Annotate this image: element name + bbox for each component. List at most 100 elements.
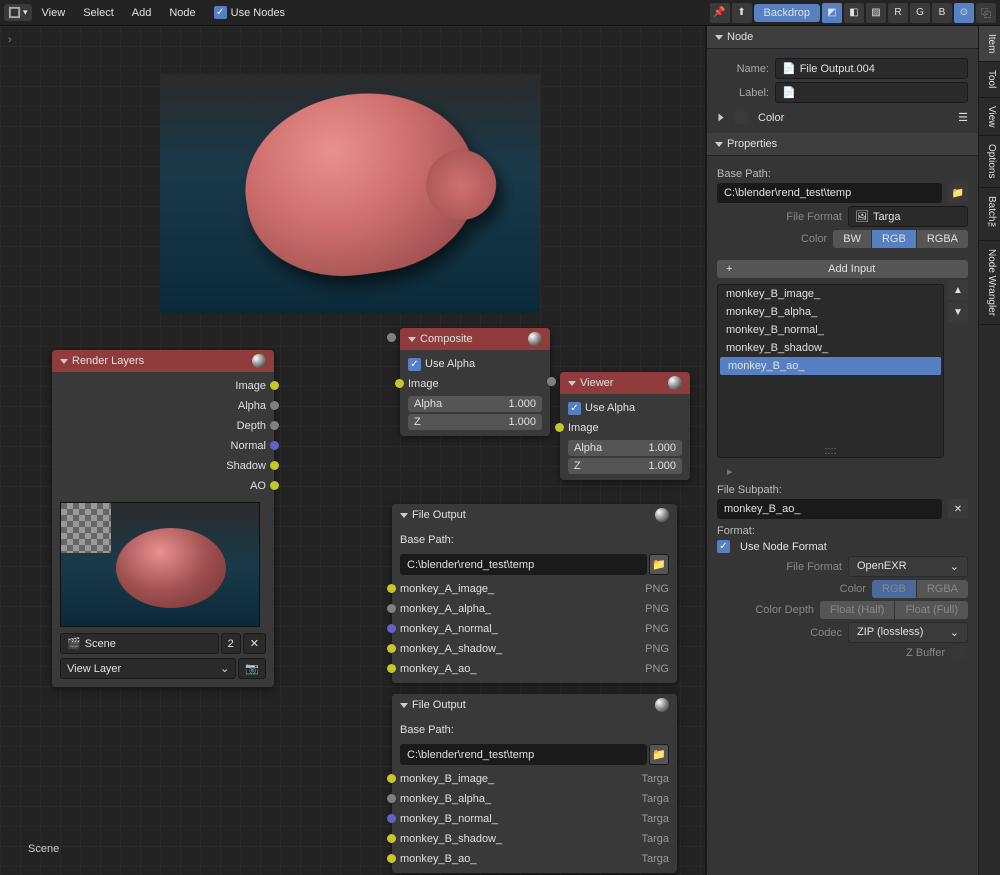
collapse-icon[interactable] [408,337,416,342]
folder-icon[interactable]: 📁 [649,744,669,765]
z-value[interactable]: Z1.000 [568,458,682,474]
snap-icon[interactable]: ⊙ [954,3,974,23]
use-alpha-checkbox[interactable] [408,358,421,371]
socket-in[interactable] [387,854,396,863]
socket-depth[interactable] [270,421,279,430]
alpha-value[interactable]: Alpha1.000 [408,396,542,412]
menu-view[interactable]: View [34,3,74,23]
node-viewer[interactable]: Viewer Use Alpha Image Alpha1.000 Z1.000 [560,372,690,480]
file-subpath-field[interactable]: monkey_B_ao_ [717,499,942,519]
scene-dropdown[interactable]: 🎬Scene [60,633,219,654]
folder-icon[interactable]: 📁 [948,183,968,203]
file-format-dropdown[interactable]: 🖼Targa [848,206,968,227]
input-list-item[interactable]: monkey_B_ao_ [720,357,941,375]
tab-tool[interactable]: Tool [979,62,1000,97]
preview-icon[interactable] [252,354,266,368]
color-bw[interactable]: BW [833,230,872,248]
socket-in[interactable] [387,664,396,673]
add-input-button[interactable]: Add Input [738,263,965,275]
backdrop-button[interactable]: Backdrop [754,4,820,22]
socket-image[interactable] [395,379,404,388]
parent-icon[interactable]: ⬆ [732,3,752,23]
input-list-item[interactable]: monkey_B_image_ [718,285,943,303]
node-composite[interactable]: Composite Use Alpha Image Alpha1.000 Z1.… [400,328,550,436]
tab-view[interactable]: View [979,98,1000,137]
alpha-value[interactable]: Alpha1.000 [568,440,682,456]
node-file-output-a[interactable]: File Output Base Path: C:\blender\rend_t… [392,504,677,683]
socket-alpha[interactable] [270,401,279,410]
base-path-field[interactable]: C:\blender\rend_test\temp [400,744,647,765]
tab-options[interactable]: Options [979,136,1000,187]
input-list-item[interactable]: monkey_B_normal_ [718,321,943,339]
socket-z[interactable] [547,377,556,386]
viewlayer-dropdown[interactable]: View Layer⌄ [60,658,236,679]
list-grip-icon[interactable]: :::: [718,445,943,457]
socket-in[interactable] [387,624,396,633]
socket-shadow[interactable] [270,461,279,470]
scene-users[interactable]: 2 [221,633,241,654]
add-input-plus[interactable]: + [720,263,738,275]
input-list-item[interactable]: monkey_B_alpha_ [718,303,943,321]
channel-alpha-icon[interactable]: ▨ [866,3,886,23]
channel-r[interactable]: R [888,3,908,23]
base-path-field[interactable]: C:\blender\rend_test\temp [717,183,942,203]
collapse-icon[interactable] [568,381,576,386]
collapse-icon[interactable] [400,513,408,518]
input-list-item[interactable]: monkey_B_shadow_ [718,339,943,357]
render-button[interactable]: 📷 [238,658,266,679]
channel-color-icon[interactable]: ◧ [844,3,864,23]
collapse-icon[interactable] [715,35,723,40]
inputs-list[interactable]: monkey_B_image_monkey_B_alpha_monkey_B_n… [717,284,944,458]
menu-icon[interactable]: ☰ [958,111,968,124]
collapse-icon[interactable] [400,703,408,708]
scene-remove[interactable]: ✕ [243,633,266,654]
properties-panel-header[interactable]: Properties [707,133,978,156]
collapse-icon[interactable] [60,359,68,364]
folder-icon[interactable]: 📁 [649,554,669,575]
node-header[interactable]: Render Layers [52,350,274,372]
preview-icon[interactable] [655,508,669,522]
editor-type-button[interactable]: ▾ [4,4,32,21]
socket-ao[interactable] [270,481,279,490]
socket-normal[interactable] [270,441,279,450]
tab-batch[interactable]: Batch™ [979,188,1000,242]
preview-icon[interactable] [668,376,682,390]
expand-icon[interactable]: ▸ [727,465,968,478]
color-expand-icon[interactable] [719,114,724,122]
tab-item[interactable]: Item [979,26,1000,62]
node-header[interactable]: Composite [400,328,550,350]
color-rgba[interactable]: RGBA [917,230,968,248]
copy-icon[interactable]: ⿻ [976,3,996,23]
color-rgb[interactable]: RGB [872,230,917,248]
base-path-field[interactable]: C:\blender\rend_test\temp [400,554,647,575]
socket-z[interactable] [387,333,396,342]
channel-combined-icon[interactable]: ◩ [822,3,842,23]
preview-icon[interactable] [528,332,542,346]
collapse-icon[interactable] [715,142,723,147]
socket-in[interactable] [387,644,396,653]
node-file-output-b[interactable]: File Output Base Path: C:\blender\rend_t… [392,694,677,873]
pin-icon[interactable]: 📌 [710,3,730,23]
channel-b[interactable]: B [932,3,952,23]
socket-image[interactable] [270,381,279,390]
color-checkbox[interactable] [735,111,748,124]
menu-select[interactable]: Select [75,3,122,23]
socket-image[interactable] [555,423,564,432]
node-header[interactable]: File Output [392,694,677,716]
node-editor-area[interactable]: › Render Layers Image Alpha Depth Normal… [0,26,705,875]
node-header[interactable]: File Output [392,504,677,526]
use-nodes-checkbox[interactable] [214,6,227,19]
label-field[interactable]: 📄 [775,82,968,103]
socket-in[interactable] [387,794,396,803]
breadcrumb-chevron[interactable]: › [8,34,12,46]
move-up-icon[interactable]: ▲ [948,280,968,300]
socket-in[interactable] [387,774,396,783]
name-field[interactable]: 📄File Output.004 [775,58,968,79]
tab-node-wrangler[interactable]: Node Wrangler [979,241,1000,325]
move-down-icon[interactable]: ▼ [948,302,968,322]
channel-g[interactable]: G [910,3,930,23]
socket-in[interactable] [387,584,396,593]
socket-in[interactable] [387,834,396,843]
remove-icon[interactable]: ✕ [948,499,968,519]
socket-in[interactable] [387,814,396,823]
